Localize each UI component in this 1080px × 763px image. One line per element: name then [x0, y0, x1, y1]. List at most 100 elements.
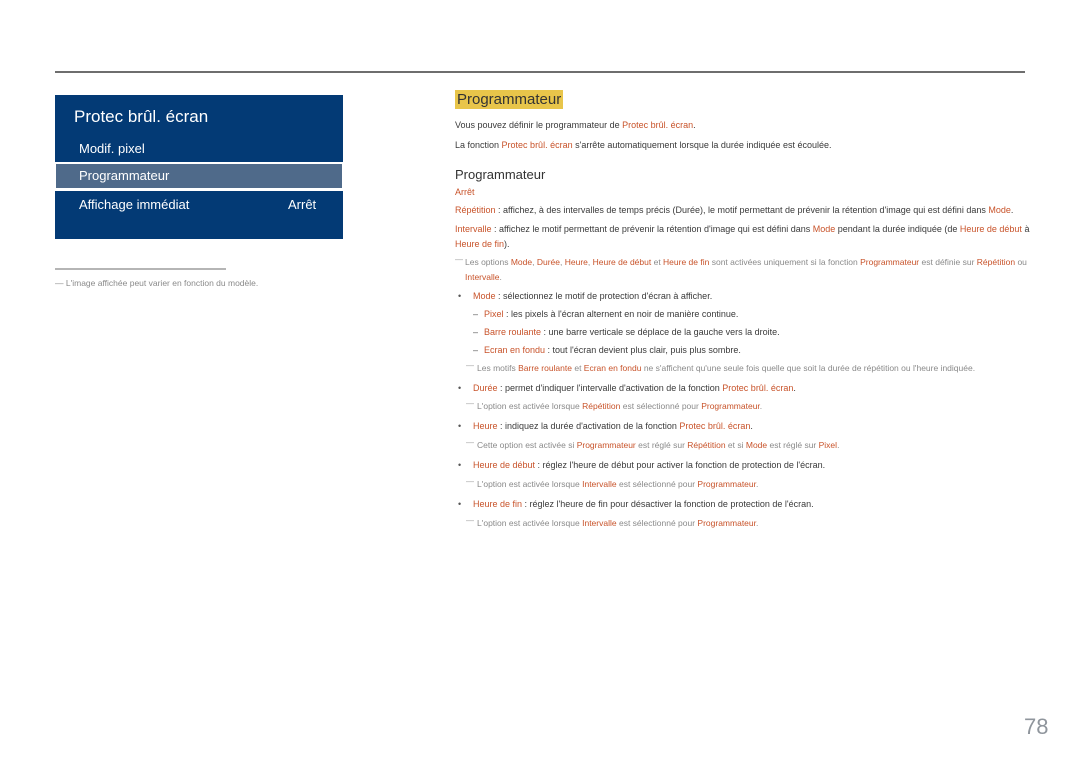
- text-fragment: : réglez l'heure de début pour activer l…: [535, 460, 826, 470]
- highlighted-term: Programmateur: [697, 518, 757, 528]
- highlighted-term: Heure de début: [959, 224, 1022, 234]
- bullet-start-time: Heure de début : réglez l'heure de début…: [455, 458, 1030, 473]
- highlighted-term: Pixel: [484, 309, 504, 319]
- screen-burn-protection-menu: Protec brûl. écran Modif. pixel Programm…: [55, 95, 343, 239]
- text-fragment: : affichez le motif permettant de préven…: [491, 224, 813, 234]
- menu-item-value: Arrêt: [288, 197, 317, 212]
- mode-option-rolling-bar: Barre roulante : une barre verticale se …: [455, 325, 1030, 340]
- text-fragment: .: [756, 479, 759, 489]
- text-fragment: .: [759, 401, 763, 411]
- mode-option-pixel: Pixel : les pixels à l'écran alternent e…: [455, 307, 1030, 322]
- text-fragment: : réglez l'heure de fin pour désactiver …: [522, 499, 814, 509]
- highlighted-term: Répétition: [455, 205, 496, 215]
- highlighted-term: Barre roulante: [484, 327, 542, 337]
- text-fragment: : affichez, à des intervalles de temps p…: [495, 205, 989, 215]
- highlighted-term: Heure de fin: [455, 239, 505, 249]
- text-fragment: : une barre verticale se déplace de la g…: [541, 327, 780, 337]
- text-fragment: Les motifs: [477, 363, 519, 373]
- option-interval: Intervalle : affichez le motif permettan…: [455, 222, 1030, 252]
- highlighted-term: Programmateur: [576, 440, 636, 450]
- text-fragment: L'option est activée lorsque: [477, 401, 583, 411]
- highlighted-term: Répétition: [582, 401, 621, 411]
- footnote-divider: [55, 268, 226, 270]
- text-fragment: s'arrête automatiquement lorsque la duré…: [572, 140, 832, 150]
- text-fragment: ne s'affichent qu'une seule fois quelle …: [641, 363, 976, 373]
- text-fragment: : permet d'indiquer l'intervalle d'activ…: [497, 383, 723, 393]
- bullet-end-time: Heure de fin : réglez l'heure de fin pou…: [455, 497, 1030, 512]
- menu-title: Protec brûl. écran: [74, 107, 209, 126]
- term-link: Protec brûl. écran: [622, 120, 694, 130]
- highlighted-term: Répétition: [976, 257, 1016, 267]
- highlighted-term: Heure de fin: [663, 257, 710, 267]
- bullet-mode: Mode : sélectionnez le motif de protecti…: [455, 289, 1030, 304]
- bullet-time: Heure : indiquez la durée d'activation d…: [455, 419, 1030, 434]
- highlighted-term: Intervalle: [455, 224, 492, 234]
- menu-item-label: Affichage immédiat: [79, 197, 190, 212]
- text-fragment: : sélectionnez le motif de protection d'…: [495, 291, 713, 301]
- text-fragment: L'option est activée lorsque: [477, 518, 583, 528]
- highlighted-term: Heure de début: [473, 460, 536, 470]
- text-fragment: ).: [504, 239, 510, 249]
- highlighted-term: Ecran en fondu: [484, 345, 546, 355]
- text-fragment: .: [756, 518, 759, 528]
- menu-item-label: Programmateur: [79, 168, 170, 183]
- text-fragment: .: [750, 421, 753, 431]
- text-fragment: pendant la durée indiquée (de: [835, 224, 960, 234]
- text-fragment: Cette option est activée si: [477, 440, 577, 450]
- note-duration: L'option est activée lorsque Répétition …: [455, 396, 1030, 414]
- intro-paragraph-1: Vous pouvez définir le programmateur de …: [455, 118, 1030, 133]
- highlighted-term: Barre roulante: [518, 363, 572, 373]
- text-fragment: .: [793, 383, 796, 393]
- text-fragment: .: [499, 272, 502, 282]
- section-title: Programmateur: [455, 90, 564, 109]
- text-fragment: .: [1010, 205, 1014, 215]
- highlighted-term: Heure de début: [592, 257, 652, 267]
- text-fragment: : les pixels à l'écran alternent en noir…: [503, 309, 739, 319]
- menu-header-block: Protec brûl. écran Modif. pixel: [55, 95, 343, 162]
- text-fragment: est sélectionné pour: [620, 401, 702, 411]
- text-fragment: .: [693, 120, 696, 130]
- text-fragment: Vous pouvez définir le programmateur de: [455, 120, 623, 130]
- text-fragment: à: [1021, 224, 1030, 234]
- option-off: Arrêt: [455, 187, 475, 197]
- text-fragment: Les options: [465, 257, 511, 267]
- menu-item-timer-selected[interactable]: Programmateur: [56, 164, 342, 188]
- note-motifs: Les motifs Barre roulante et Ecran en fo…: [455, 358, 1030, 376]
- section-content: Programmateur Vous pouvez définir le pro…: [455, 90, 1030, 531]
- option-repetition: Répétition : affichez, à des intervalles…: [455, 203, 1030, 218]
- highlighted-term: Répétition: [687, 440, 726, 450]
- top-divider: [55, 71, 1025, 73]
- note-time: Cette option est activée si Programmateu…: [455, 435, 1030, 453]
- highlighted-term: Intervalle: [582, 479, 617, 489]
- highlighted-term: Programmateur: [860, 257, 920, 267]
- text-fragment: et si: [725, 440, 746, 450]
- highlighted-term: Durée: [536, 257, 560, 267]
- text-fragment: ou: [1015, 257, 1027, 267]
- note-start-time: L'option est activée lorsque Intervalle …: [455, 474, 1030, 492]
- footnote-dash-icon: —: [55, 278, 66, 288]
- text-fragment: La fonction: [455, 140, 502, 150]
- highlighted-term: Heure: [473, 421, 498, 431]
- term-link: Protec brûl. écran: [501, 140, 573, 150]
- highlighted-term: Mode: [988, 205, 1011, 215]
- text-fragment: .: [837, 440, 840, 450]
- text-fragment: sont activées uniquement si la fonction: [709, 257, 861, 267]
- menu-item-immediate-display[interactable]: Affichage immédiat Arrêt: [55, 191, 343, 239]
- highlighted-term: Durée: [473, 383, 498, 393]
- text-fragment: est sélectionné pour: [616, 518, 698, 528]
- highlighted-term: Protec brûl. écran: [679, 421, 751, 431]
- highlighted-term: Mode: [473, 291, 496, 301]
- text-fragment: L'option est activée lorsque: [477, 479, 583, 489]
- text-fragment: : indiquez la durée d'activation de la f…: [497, 421, 680, 431]
- note-options: Les options Mode, Durée, Heure, Heure de…: [455, 252, 1030, 285]
- text-fragment: est définie sur: [919, 257, 977, 267]
- menu-item-pixel-shift[interactable]: Modif. pixel: [79, 141, 145, 156]
- text-fragment: L'image affichée peut varier en fonction…: [65, 278, 259, 288]
- text-fragment: est réglé sur: [767, 440, 819, 450]
- text-fragment: et: [571, 363, 584, 373]
- mode-option-fading-screen: Ecran en fondu : tout l'écran devient pl…: [455, 343, 1030, 358]
- highlighted-term: Heure: [564, 257, 588, 267]
- text-fragment: : tout l'écran devient plus clair, puis …: [545, 345, 741, 355]
- image-footnote: — L'image affichée peut varier en foncti…: [55, 278, 258, 288]
- highlighted-term: Heure de fin: [473, 499, 523, 509]
